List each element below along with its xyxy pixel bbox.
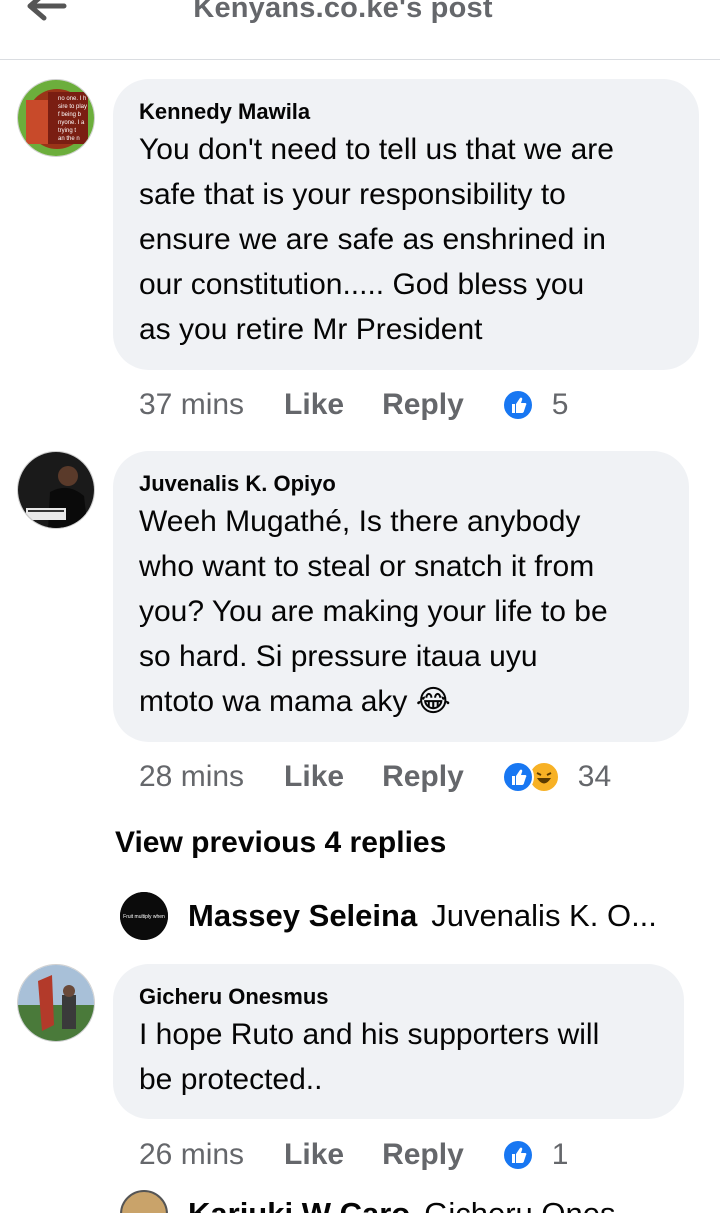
- comment-bubble[interactable]: Gicheru Onesmus I hope Ruto and his supp…: [113, 964, 684, 1119]
- reaction-count: 1: [551, 1138, 569, 1171]
- comment-text: Weeh Mugathé, Is there anybody who want …: [139, 505, 608, 718]
- avatar[interactable]: [17, 451, 95, 529]
- comment-time[interactable]: 28 mins: [139, 760, 244, 794]
- view-previous-replies-link[interactable]: View previous 4 replies: [115, 826, 446, 860]
- reaction-count: 5: [551, 388, 569, 421]
- reply-author[interactable]: Kariuki W Caro: [188, 1196, 410, 1213]
- svg-text:sire to play: sire to play: [58, 104, 87, 110]
- reply-preview[interactable]: Fruit multiply when Massey Seleina Juven…: [120, 892, 680, 940]
- svg-text:f being b: f being b: [58, 112, 82, 118]
- like-reaction-icon: [501, 389, 534, 421]
- comment-author[interactable]: Kennedy Mawila: [139, 97, 673, 127]
- svg-text:nyone. I a: nyone. I a: [58, 120, 85, 126]
- reply-text: Juvenalis K. O...: [431, 898, 657, 933]
- comment-bubble[interactable]: Juvenalis K. Opiyo Weeh Mugathé, Is ther…: [113, 451, 689, 742]
- avatar[interactable]: no one. I h sire to play f being b nyone…: [17, 79, 95, 157]
- like-button[interactable]: Like: [284, 760, 344, 794]
- comment-bubble[interactable]: Kennedy Mawila You don't need to tell us…: [113, 79, 699, 370]
- like-reaction-icon: [501, 1139, 534, 1171]
- like-button[interactable]: Like: [284, 1138, 344, 1172]
- comment-time[interactable]: 26 mins: [139, 1138, 244, 1172]
- comment-author[interactable]: Gicheru Onesmus: [139, 982, 658, 1012]
- reply-text: Gicheru Ones...: [424, 1196, 641, 1213]
- comment-time[interactable]: 37 mins: [139, 388, 244, 422]
- like-reaction-icon: [501, 761, 534, 793]
- avatar[interactable]: Fruit multiply when: [120, 892, 168, 940]
- comment-author[interactable]: Juvenalis K. Opiyo: [139, 469, 663, 499]
- svg-text:an the n: an the n: [58, 136, 80, 142]
- page-title: Kenyans.co.ke's post: [193, 0, 493, 24]
- reaction-count: 34: [577, 760, 612, 793]
- comment-actions: 37 mins Like Reply 5: [139, 385, 568, 425]
- comment-text: I hope Ruto and his supporters will be p…: [139, 1018, 600, 1096]
- avatar[interactable]: [17, 964, 95, 1042]
- comment-actions: 26 mins Like Reply 1: [139, 1135, 568, 1175]
- reactions-summary[interactable]: 34: [501, 760, 612, 794]
- reply-button[interactable]: Reply: [382, 388, 464, 422]
- reply-preview[interactable]: Kariuki W Caro Gicheru Ones...: [120, 1190, 641, 1213]
- reply-button[interactable]: Reply: [382, 1138, 464, 1172]
- svg-text:trying t: trying t: [58, 128, 76, 134]
- reply-button[interactable]: Reply: [382, 760, 464, 794]
- reactions-summary[interactable]: 1: [501, 1138, 569, 1172]
- reply-author[interactable]: Massey Seleina: [188, 898, 417, 934]
- comment-actions: 28 mins Like Reply 34: [139, 757, 611, 797]
- comment-text: You don't need to tell us that we are sa…: [139, 133, 614, 346]
- top-bar: Kenyans.co.ke's post: [0, 0, 720, 60]
- like-button[interactable]: Like: [284, 388, 344, 422]
- reactions-summary[interactable]: 5: [501, 388, 569, 422]
- avatar-caption: Fruit multiply when: [123, 914, 165, 920]
- avatar[interactable]: [120, 1190, 168, 1213]
- svg-text:no one. I h: no one. I h: [58, 96, 86, 102]
